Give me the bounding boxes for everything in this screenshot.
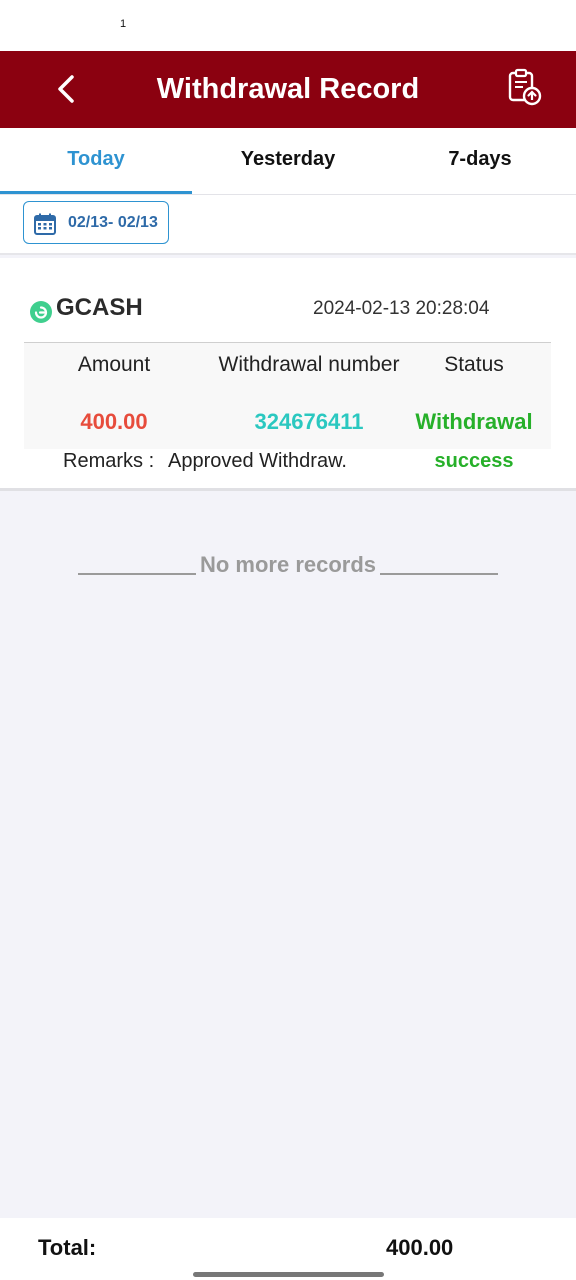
withdrawal-number-header: Withdrawal number	[218, 353, 400, 376]
amount-header: Amount	[77, 353, 151, 376]
total-footer: Total: 400.00	[0, 1218, 576, 1280]
status-value: Withdrawal	[415, 409, 533, 434]
no-more-records: No more records	[0, 552, 576, 592]
chevron-left-icon	[58, 75, 74, 103]
status-value-line2: success	[434, 450, 514, 472]
status-bar: 1	[0, 0, 576, 51]
total-label: Total:	[38, 1235, 97, 1260]
withdrawal-record-card[interactable]: GCASH 2024-02-13 20:28:04 Amount Withdra…	[0, 258, 576, 491]
remarks-label: Remarks :	[63, 450, 155, 472]
date-range-button[interactable]: 02/13- 02/13	[23, 201, 169, 244]
tab-today[interactable]: Today	[0, 128, 192, 194]
date-range-label: 02/13- 02/13	[68, 214, 158, 231]
record-datetime: 2024-02-13 20:28:04	[313, 298, 490, 319]
back-button[interactable]	[48, 67, 88, 111]
remarks-value: Approved Withdraw.	[168, 450, 347, 472]
tab-7-days[interactable]: 7-days	[384, 128, 576, 191]
header-bar: Withdrawal Record	[0, 51, 576, 128]
gcash-logo-icon	[30, 301, 52, 323]
date-filter-row: 02/13- 02/13	[0, 195, 576, 255]
clipboard-upload-icon	[508, 68, 542, 106]
tab-bar: Today Yesterday 7-days	[0, 128, 576, 195]
record-details: Amount Withdrawal number Status 400.00 3…	[24, 342, 551, 449]
status-indicator: 1	[120, 18, 127, 30]
total-value: 400.00	[386, 1235, 454, 1260]
home-indicator[interactable]	[193, 1272, 384, 1277]
withdrawal-number-value: 324676411	[254, 409, 364, 434]
amount-value: 400.00	[80, 409, 148, 434]
status-header: Status	[444, 353, 504, 376]
calendar-icon	[34, 213, 56, 235]
divider-right	[380, 573, 498, 575]
record-button[interactable]	[504, 67, 544, 107]
payment-method-label: GCASH	[56, 294, 143, 321]
tab-yesterday[interactable]: Yesterday	[192, 128, 384, 191]
